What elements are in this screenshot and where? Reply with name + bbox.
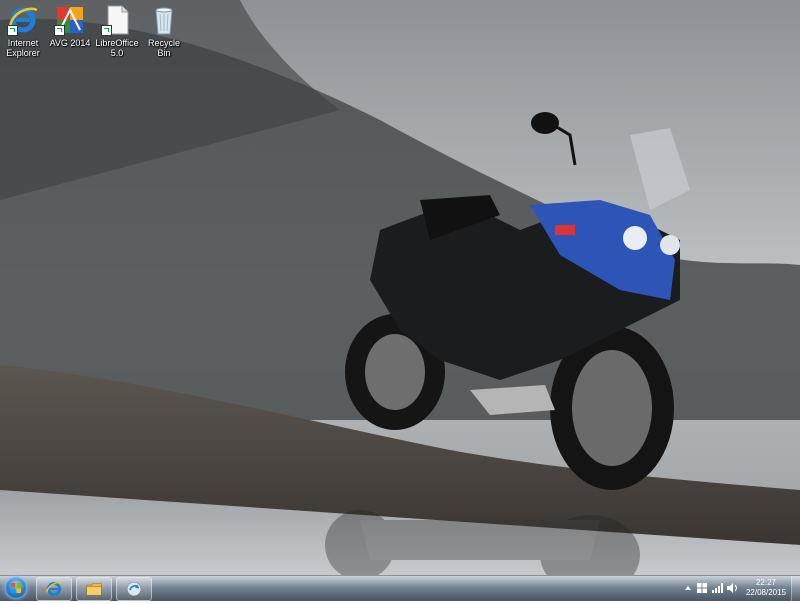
internet-explorer-icon xyxy=(46,581,63,597)
desktop-icon-label: 5.0 xyxy=(110,48,124,58)
taskbar: 22:27 22/08/2015 xyxy=(0,575,800,601)
taskbar-windows-update-button[interactable] xyxy=(116,577,152,601)
internet-explorer-icon xyxy=(7,4,39,36)
folder-icon xyxy=(86,583,102,596)
flag-icon[interactable] xyxy=(697,583,707,593)
windows-logo-icon xyxy=(5,577,27,599)
show-desktop-button[interactable] xyxy=(791,576,800,601)
clock-time: 22:27 xyxy=(755,578,777,587)
desktop: Internet Explorer AVG 2014 LibreOffice 5 xyxy=(0,0,800,575)
wallpaper-image xyxy=(0,0,800,575)
show-hidden-icons-icon[interactable] xyxy=(684,585,692,591)
update-icon xyxy=(126,581,142,597)
desktop-icon-label: Internet xyxy=(7,38,39,48)
desktop-icon-label: AVG 2014 xyxy=(49,38,91,48)
desktop-icon-libreoffice[interactable]: LibreOffice 5.0 xyxy=(94,4,140,58)
desktop-icon-avg-2014[interactable]: AVG 2014 xyxy=(47,4,93,48)
taskbar-internet-explorer-button[interactable] xyxy=(36,577,72,601)
desktop-icon-recycle-bin[interactable]: Recycle Bin xyxy=(141,4,187,58)
desktop-icon-label: LibreOffice xyxy=(95,38,139,48)
start-button[interactable] xyxy=(2,576,30,601)
volume-icon[interactable] xyxy=(727,583,738,593)
system-clock[interactable]: 22:27 22/08/2015 xyxy=(742,578,790,598)
desktop-icon-label: Explorer xyxy=(6,48,40,58)
recycle-bin-icon xyxy=(148,4,180,36)
desktop-icon-label: Recycle Bin xyxy=(147,38,180,58)
libreoffice-icon xyxy=(101,4,133,36)
clock-date: 22/08/2015 xyxy=(745,588,787,597)
taskbar-windows-explorer-button[interactable] xyxy=(76,577,112,601)
desktop-icon-internet-explorer[interactable]: Internet Explorer xyxy=(0,4,46,58)
network-icon[interactable] xyxy=(712,583,723,593)
avg-icon xyxy=(54,4,86,36)
